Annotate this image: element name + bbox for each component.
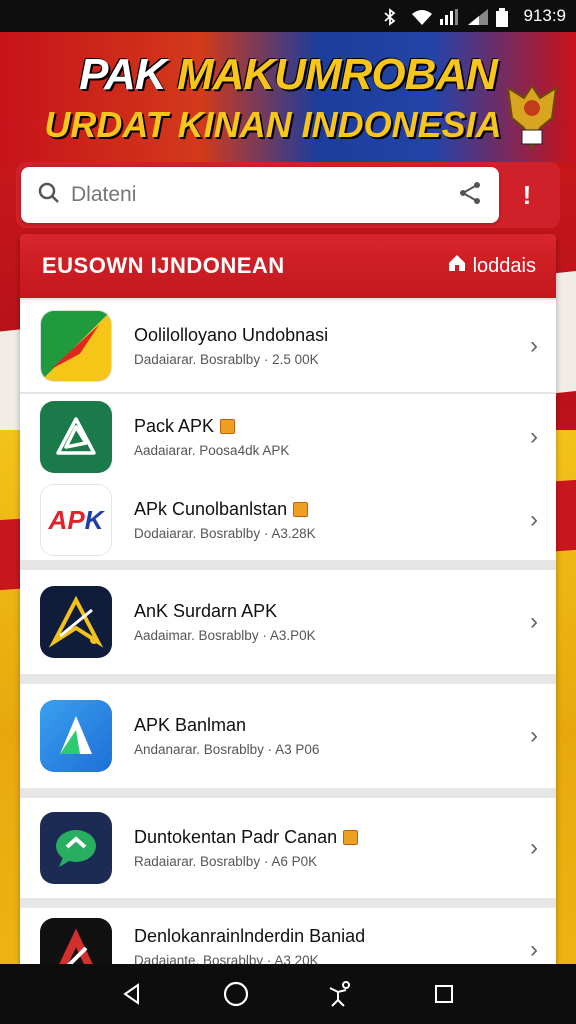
list-item[interactable]: AnK Surdarn APK Aadaimar. Bosrablby · A3… <box>20 570 556 674</box>
app-name: APk Cunolbanlstan <box>134 499 522 520</box>
wifi-icon <box>411 8 433 25</box>
battery-icon <box>495 8 513 27</box>
search-field[interactable] <box>21 167 499 223</box>
panel-link-button[interactable]: loddais <box>447 253 536 279</box>
app-list-panel: EUSOWN IJNDONEAN loddais Oolilolloyano U… <box>20 234 556 964</box>
status-time: 913:9 <box>523 6 566 25</box>
list-item[interactable]: Oolilolloyano Undobnasi Dadaiarar. Bosra… <box>20 300 556 392</box>
app-name: APK Banlman <box>134 715 247 735</box>
promo-banner[interactable]: PAK MAKUMROBAN URDAT KINAN INDONESIA <box>0 32 576 162</box>
chat-bubble-app-icon <box>40 812 112 884</box>
app-meta: Radaiarar. Bosrablby · A6 P0K <box>134 854 318 869</box>
status-bar: 913:9 <box>0 0 576 32</box>
list-item[interactable]: APK Banlman Andanarar. Bosrablby · A3 P0… <box>20 684 556 788</box>
bluetooth-icon <box>383 8 401 26</box>
signal-icon <box>439 8 459 25</box>
app-meta: Aadaiarar. Poosa4dk APK <box>134 443 290 458</box>
panel-title: EUSOWN IJNDONEAN <box>42 253 285 278</box>
signal-icon <box>467 8 489 25</box>
recents-icon[interactable] <box>424 974 464 1014</box>
list-item[interactable]: Denlokanrainlnderdin Baniad Dadaiante. B… <box>20 908 556 964</box>
app-meta: Andanarar. Bosrablby · A3 P06 <box>134 742 320 757</box>
chevron-right-icon: › <box>530 608 538 635</box>
app-meta: Dadaiarar. Bosrablby · 2.5 00K <box>134 352 319 367</box>
green-flag-app-icon <box>40 310 112 382</box>
badge-icon <box>293 502 309 517</box>
back-icon[interactable] <box>112 974 152 1014</box>
banner-title: PAK MAKUMROBAN <box>79 50 498 99</box>
blue-triangle-app-icon <box>40 700 112 772</box>
search-bar: ! <box>16 162 560 228</box>
panel-header: EUSOWN IJNDONEAN loddais <box>20 234 556 298</box>
home-circle-icon[interactable] <box>216 974 256 1014</box>
badge-icon <box>343 830 359 845</box>
navigation-bar <box>0 964 576 1024</box>
app-name: AnK Surdarn APK <box>134 601 278 621</box>
share-icon[interactable] <box>457 180 483 211</box>
home-icon <box>447 253 467 279</box>
green-triangle-app-icon <box>40 401 112 473</box>
app-meta: Dadaiante. Bosrablby · A3 20K <box>134 953 319 964</box>
list-item[interactable]: Pack APK Aadaiarar. Poosa4dk APK › <box>20 394 556 480</box>
chevron-right-icon: › <box>530 506 538 533</box>
chevron-right-icon: › <box>530 834 538 861</box>
app-name: Pack APK <box>134 416 522 437</box>
app-name: Duntokentan Padr Canan <box>134 827 522 848</box>
alert-button[interactable]: ! <box>499 180 555 211</box>
accessibility-icon[interactable] <box>320 974 360 1014</box>
list-item[interactable]: Duntokentan Padr Canan Radaiarar. Bosrab… <box>20 798 556 898</box>
apk-text-app-icon: APK <box>40 484 112 556</box>
dark-blue-star-app-icon <box>40 586 112 658</box>
dark-red-triangle-app-icon <box>40 918 112 964</box>
app-name: Oolilolloyano Undobnasi <box>134 325 329 345</box>
garuda-emblem-icon <box>500 78 564 158</box>
chevron-right-icon: › <box>530 332 538 359</box>
search-icon <box>37 181 61 210</box>
banner-subtitle: URDAT KINAN INDONESIA <box>44 104 502 145</box>
chevron-right-icon: › <box>530 423 538 450</box>
app-name: Denlokanrainlnderdin Baniad <box>134 926 366 946</box>
chevron-right-icon: › <box>530 722 538 749</box>
list-item[interactable]: APK APk Cunolbanlstan Dodaiarar. Bosrabl… <box>20 480 556 560</box>
chevron-right-icon: › <box>530 936 538 963</box>
search-input[interactable] <box>71 183 457 207</box>
badge-icon <box>220 419 236 434</box>
app-meta: Dodaiarar. Bosrablby · A3.28K <box>134 526 316 541</box>
app-meta: Aadaimar. Bosrablby · A3.P0K <box>134 628 316 643</box>
